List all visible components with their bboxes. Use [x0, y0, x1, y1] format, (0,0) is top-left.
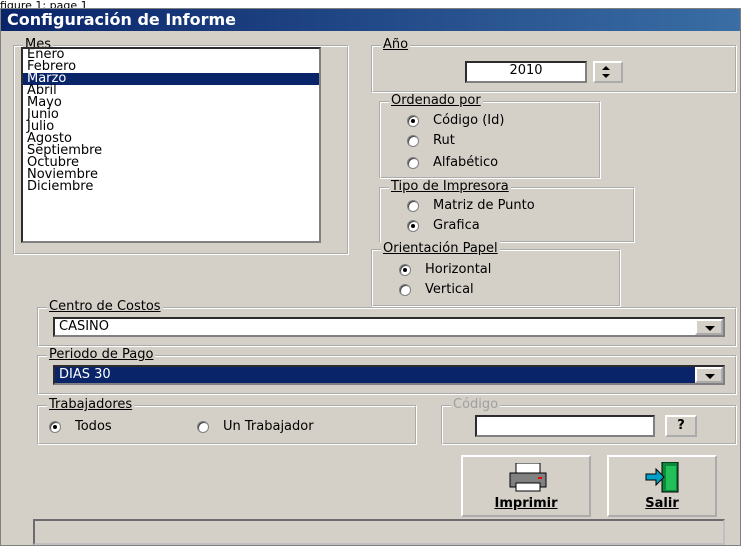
- codigo-search-button[interactable]: ?: [665, 415, 697, 437]
- impresora-group: Tipo de Impresora: [379, 179, 635, 243]
- trabajadores-group-title: Trabajadores: [47, 397, 135, 412]
- radio-impresora-grafica[interactable]: Grafica: [407, 218, 480, 233]
- radio-icon[interactable]: [399, 263, 411, 276]
- periodo-combo[interactable]: DIAS 30: [53, 365, 725, 385]
- radio-icon[interactable]: [407, 199, 419, 212]
- impresora-group-title: Tipo de Impresora: [389, 179, 511, 194]
- radio-trabajadores-uno[interactable]: Un Trabajador: [197, 419, 314, 434]
- orientacion-group-title: Orientación Papel: [381, 241, 500, 256]
- spin-up-icon[interactable]: [602, 66, 610, 70]
- month-list-item[interactable]: Febrero: [23, 60, 319, 73]
- status-bar: [33, 519, 725, 545]
- ordenado-group-title: Ordenado por: [389, 93, 483, 108]
- radio-icon[interactable]: [407, 134, 419, 147]
- radio-orientacion-vertical[interactable]: Vertical: [399, 282, 474, 297]
- radio-ordenado-rut[interactable]: Rut: [407, 133, 455, 148]
- config-dialog: Configuración de Informe Mes Enero Febrer…: [0, 8, 741, 546]
- month-list-item[interactable]: Junio: [23, 108, 319, 121]
- radio-ordenado-codigo[interactable]: Código (Id): [407, 113, 504, 128]
- title-bar: Configuración de Informe: [1, 9, 740, 31]
- month-list-item[interactable]: Mayo: [23, 96, 319, 109]
- codigo-group-title: Código: [451, 397, 501, 412]
- centro-combo[interactable]: CASINO: [53, 317, 725, 337]
- centro-value: CASINO: [59, 319, 110, 334]
- radio-orientacion-horizontal[interactable]: Horizontal: [399, 262, 491, 277]
- chevron-down-icon[interactable]: [695, 367, 723, 383]
- periodo-value: DIAS 30: [59, 367, 111, 382]
- radio-icon[interactable]: [407, 156, 419, 169]
- anio-value: 2010: [509, 63, 543, 78]
- exit-door-icon: [645, 462, 679, 493]
- radio-icon[interactable]: [407, 114, 419, 127]
- radio-impresora-matriz[interactable]: Matriz de Punto: [407, 198, 535, 213]
- radio-icon[interactable]: [197, 420, 209, 433]
- radio-icon[interactable]: [49, 420, 61, 433]
- salir-button[interactable]: Salir: [607, 455, 717, 517]
- radio-trabajadores-todos[interactable]: Todos: [49, 419, 112, 434]
- centro-group-title: Centro de Costos: [47, 299, 163, 314]
- salir-label: Salir: [645, 496, 679, 511]
- month-list-item[interactable]: Diciembre: [23, 180, 319, 193]
- anio-spinner[interactable]: [593, 61, 623, 83]
- spin-down-icon[interactable]: [602, 74, 610, 78]
- orientacion-group: Orientación Papel: [371, 241, 621, 307]
- radio-icon[interactable]: [407, 219, 419, 232]
- codigo-field[interactable]: [475, 415, 655, 437]
- imprimir-button[interactable]: Imprimir: [461, 455, 591, 517]
- month-list-item[interactable]: Abril: [23, 84, 319, 97]
- month-list-item[interactable]: Marzo: [23, 72, 319, 85]
- anio-field[interactable]: 2010: [465, 61, 587, 83]
- printer-icon: [509, 463, 547, 492]
- anio-group-title: Año: [381, 37, 411, 52]
- chevron-down-icon[interactable]: [695, 319, 723, 335]
- radio-ordenado-alfabetico[interactable]: Alfabético: [407, 155, 498, 170]
- radio-icon[interactable]: [399, 283, 411, 296]
- imprimir-label: Imprimir: [494, 496, 558, 511]
- mes-listbox[interactable]: Enero Febrero Marzo Abril Mayo Junio Julio Agos…: [21, 47, 321, 243]
- periodo-group-title: Periodo de Pago: [47, 347, 156, 362]
